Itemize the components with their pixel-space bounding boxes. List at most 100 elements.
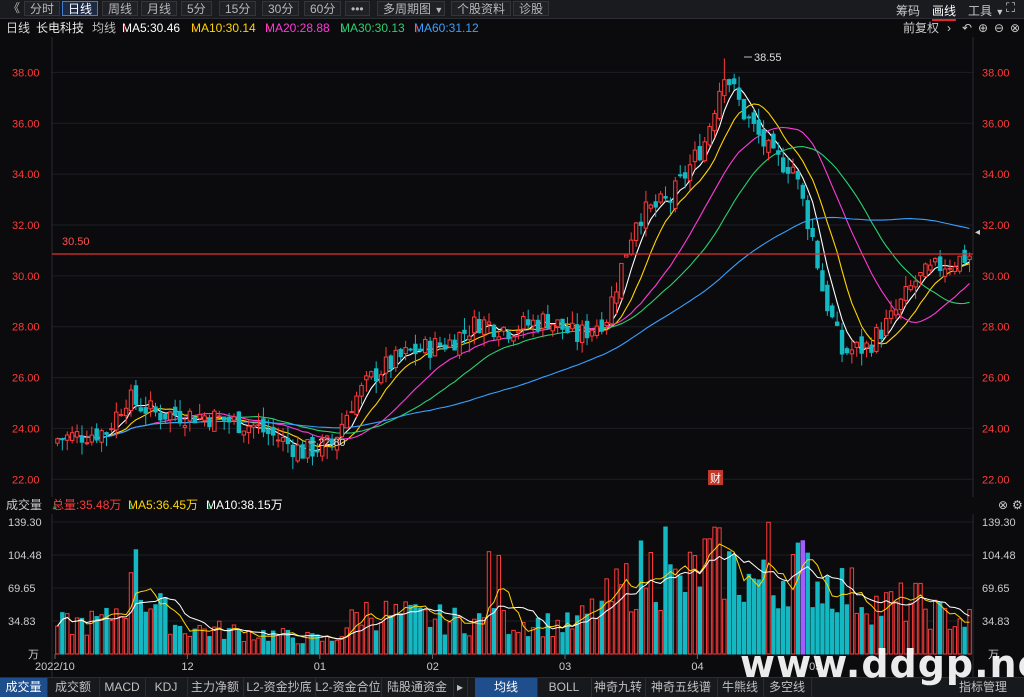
candle-body	[839, 329, 845, 355]
volume-bar	[545, 613, 551, 655]
tab-daily[interactable]: 日线	[62, 1, 99, 16]
volume-bar	[682, 592, 688, 655]
price-tick-left: 32.00	[12, 220, 40, 232]
candle-body	[133, 385, 139, 405]
volume-bar	[388, 615, 394, 655]
tab-ma[interactable]: 均线	[475, 678, 538, 697]
tab-monthly[interactable]: 月线	[141, 1, 178, 16]
volume-bar	[187, 635, 193, 655]
candle-body	[933, 257, 938, 263]
close-icon[interactable]: ⊗	[1010, 19, 1020, 37]
volume-bar	[138, 599, 144, 655]
volume-bar	[212, 626, 217, 655]
tools-label: 工具	[968, 4, 993, 18]
zoom-in-icon[interactable]: ⊕	[978, 19, 988, 37]
candle-body	[383, 356, 389, 374]
tools-button[interactable]: 工具 ▼	[968, 2, 1004, 19]
diagnose-button[interactable]: 诊股	[513, 1, 550, 16]
tab-30min[interactable]: 30分	[262, 1, 300, 16]
candle-body	[731, 78, 737, 85]
chips-button[interactable]: 筹码	[896, 2, 920, 19]
back-button[interactable]: 《	[3, 1, 25, 16]
price-tick-left: 28.00	[12, 322, 40, 334]
volume-bar	[795, 542, 801, 655]
volume-bar	[324, 636, 330, 655]
candle-body	[349, 411, 354, 414]
volume-bar	[300, 643, 305, 655]
tab-timeshare[interactable]: 分时	[24, 1, 61, 16]
volume-bar	[55, 625, 60, 655]
candle-body	[923, 263, 928, 278]
candle-body	[408, 348, 413, 351]
tab-magic-nine[interactable]: 神奇九转	[591, 678, 646, 697]
volume-bar	[320, 640, 325, 655]
volume-bar	[79, 617, 85, 655]
volume-bar	[437, 604, 443, 655]
volume-bar	[192, 628, 197, 655]
candle-body	[344, 414, 349, 429]
candle-body	[261, 418, 266, 433]
volume-tick-left: 104.48	[8, 550, 42, 562]
candle-body	[898, 298, 904, 310]
close-icon[interactable]: ⊗	[998, 496, 1008, 514]
candle-body	[859, 336, 864, 354]
tab-5min[interactable]: 5分	[181, 1, 212, 16]
finance-badge-label: 财	[710, 471, 721, 485]
volume-tick-left: 69.65	[8, 583, 36, 595]
candle-body	[957, 255, 962, 272]
more-button[interactable]: •••	[345, 1, 370, 16]
tab-l2-position[interactable]: L2-资金合位	[315, 678, 382, 697]
candle-body	[707, 125, 712, 146]
date-label: 2022/10	[35, 661, 75, 673]
volume-tick-right: 139.30	[982, 517, 1016, 529]
down-arrow-icon: ↓	[52, 498, 58, 512]
down-arrow-icon: ↓	[128, 498, 134, 512]
volume-bar	[766, 521, 771, 655]
fullscreen-icon[interactable]: ⛶	[1006, 0, 1015, 16]
candle-body	[516, 330, 521, 334]
tab-magic-five[interactable]: 神奇五线谱	[645, 678, 718, 697]
chevron-right-icon[interactable]: ›	[947, 19, 951, 37]
candle-body	[800, 184, 806, 199]
candle-body	[584, 320, 590, 339]
volume-bar	[182, 633, 188, 655]
stock-info-button[interactable]: 个股资料	[451, 1, 512, 16]
volume-bar	[643, 587, 649, 655]
tab-main-net[interactable]: 主力净额	[187, 678, 244, 697]
adjust-dropdown[interactable]: 前复权	[903, 19, 939, 37]
candle-body	[231, 416, 237, 421]
tab-60min[interactable]: 60分	[304, 1, 342, 16]
tab-turnover[interactable]: 成交额	[47, 678, 100, 697]
tab-15min[interactable]: 15分	[219, 1, 257, 16]
tab-volume[interactable]: 成交量	[0, 678, 48, 697]
down-arrow-icon: ↓	[206, 498, 212, 512]
settings-icon[interactable]: ⚙	[1012, 496, 1023, 514]
tab-weekly[interactable]: 周线	[102, 1, 139, 16]
volume-bar	[221, 638, 227, 655]
candle-body	[579, 324, 585, 344]
tab-northbound[interactable]: 陆股通资金	[381, 678, 454, 697]
multi-period-dropdown[interactable]: 多周期图 ▼	[377, 1, 445, 16]
tab-boll[interactable]: BOLL	[537, 678, 592, 697]
candle-body	[599, 319, 604, 332]
volume-bar	[614, 568, 619, 655]
candle-body	[462, 329, 467, 334]
scroll-right-icon[interactable]: ▸	[453, 678, 468, 697]
candle-body	[628, 239, 634, 255]
candle-body	[525, 319, 531, 326]
volume-bar	[295, 643, 300, 655]
price-tick-left: 34.00	[12, 169, 40, 181]
candle-body	[457, 331, 462, 356]
candle-body	[697, 145, 703, 161]
tab-l2-bottom[interactable]: L2-资金抄底	[243, 678, 316, 697]
candlestick-chart[interactable]: 38.00 38.00 36.00 36.00 34.00 34.00 32.00 32.00…	[0, 37, 1024, 497]
candle-body	[879, 329, 884, 340]
tab-macd[interactable]: MACD	[99, 678, 146, 697]
undo-icon[interactable]: ↶	[962, 19, 972, 37]
zoom-out-icon[interactable]: ⊖	[994, 19, 1004, 37]
candle-body	[594, 325, 600, 336]
volume-bar	[153, 604, 158, 655]
candle-body	[99, 430, 104, 443]
volume-bar	[285, 629, 291, 655]
tab-kdj[interactable]: KDJ	[145, 678, 188, 697]
